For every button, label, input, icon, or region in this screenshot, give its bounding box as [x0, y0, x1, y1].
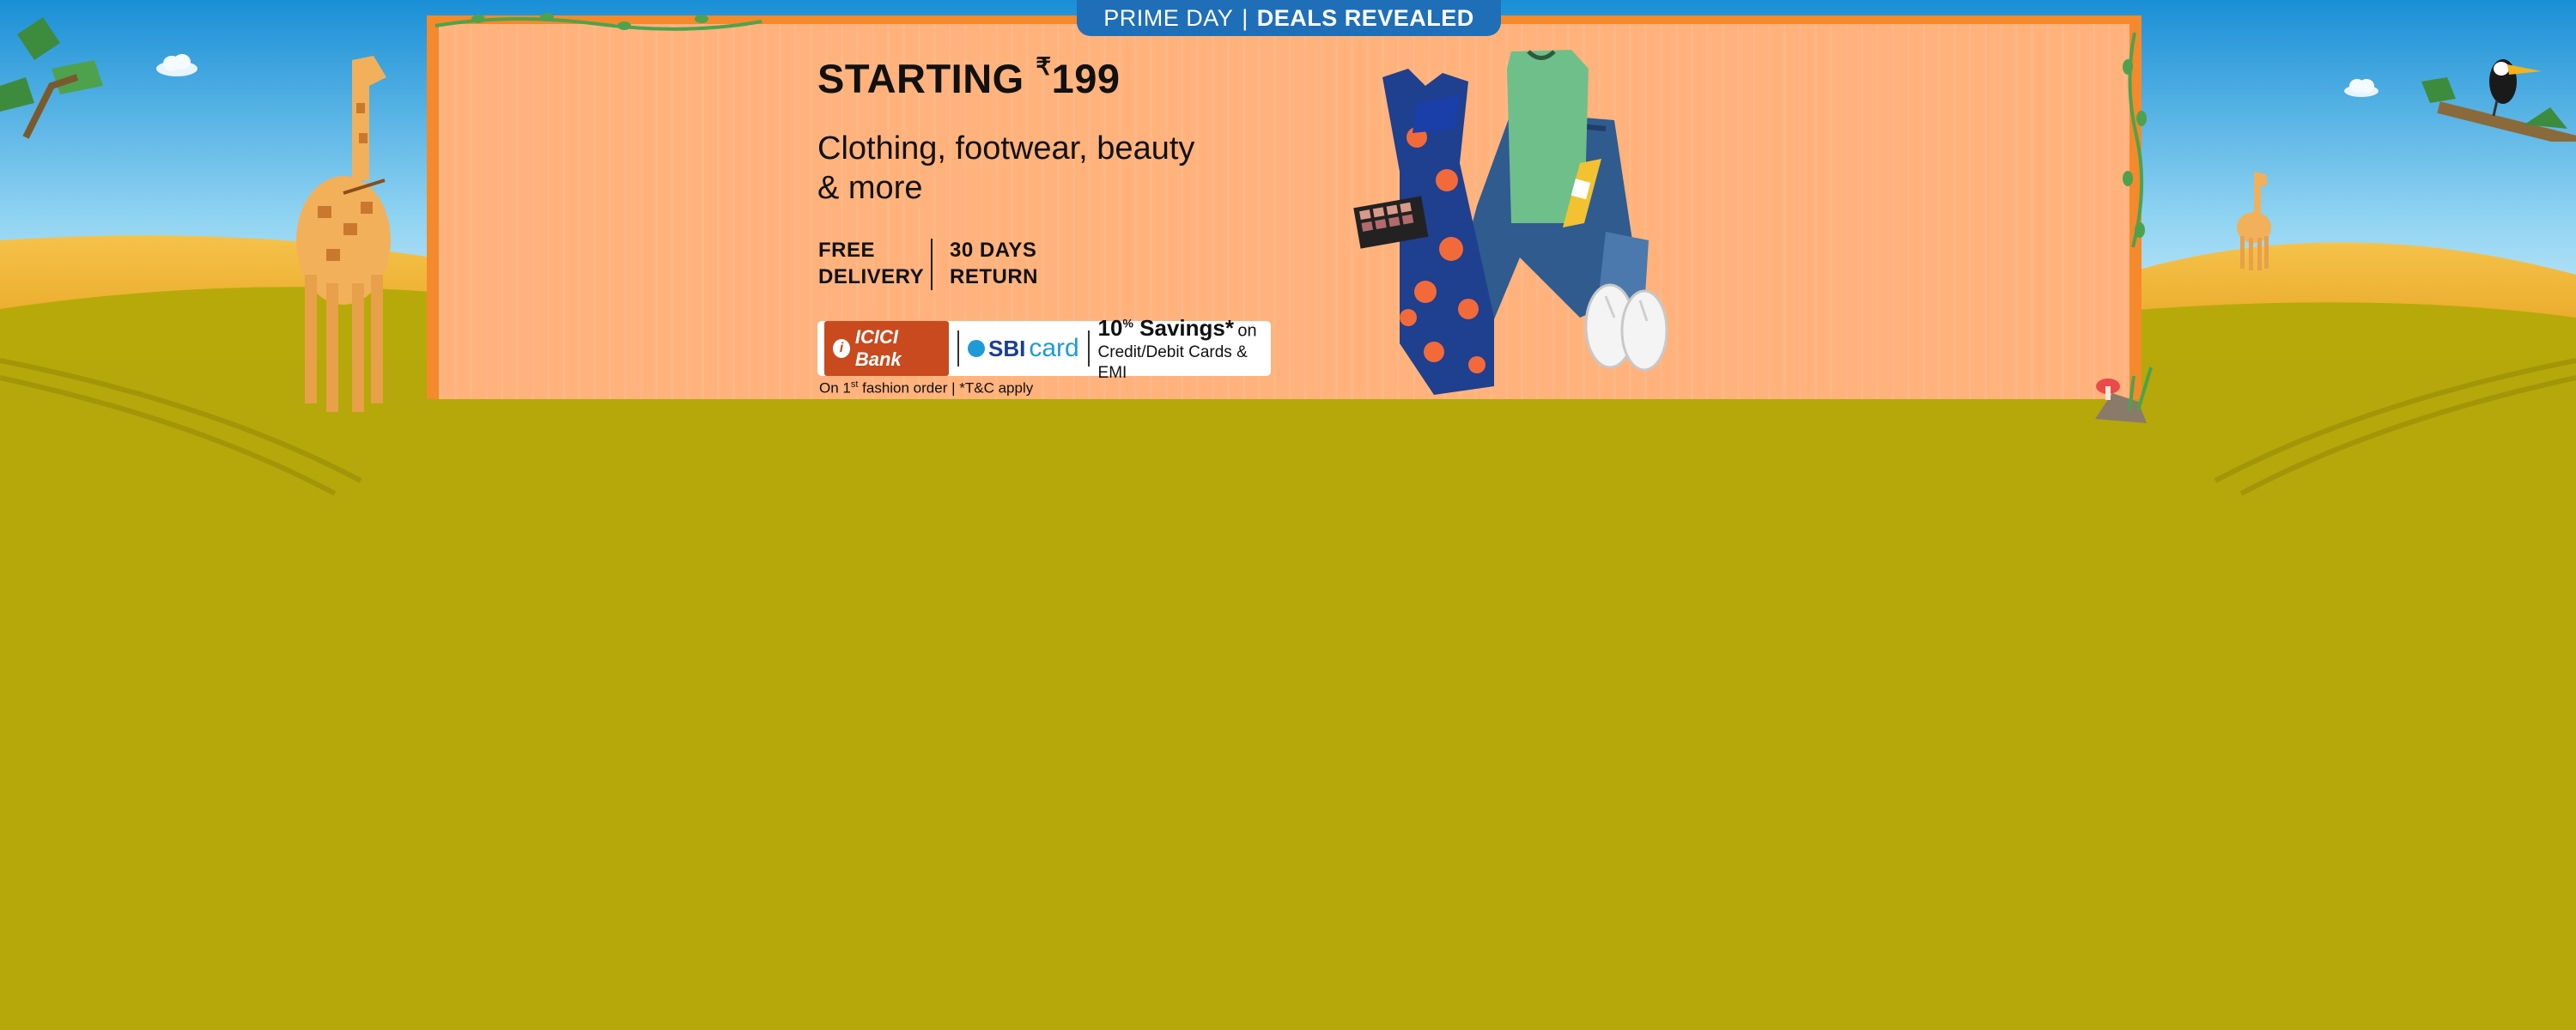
savings-on: on [1237, 321, 1257, 341]
offer-divider [1087, 330, 1090, 367]
card-text: card [1029, 334, 1079, 362]
subheadline: Clothing, footwear, beauty & more [817, 129, 1230, 208]
offer-divider [957, 330, 960, 367]
terms-footnote: On 1st fashion order | *T&C apply [819, 379, 1034, 397]
vine-decoration [2123, 33, 2147, 248]
feature-divider [931, 239, 933, 290]
feature-line: DELIVERY [818, 265, 925, 288]
icici-bank-logo: i ICICI Bank [824, 321, 950, 376]
subline-2: & more [817, 170, 923, 206]
savings-detail: Credit/Debit Cards & EMI [1097, 343, 1248, 383]
cloud-icon [156, 54, 197, 76]
tree-icon [0, 17, 103, 139]
cloud-icon [2344, 79, 2379, 97]
prime-day-ribbon[interactable]: PRIME DAY | DEALS REVEALED [1077, 0, 1501, 36]
savings-text: 10% Savings* on Credit/Debit Cards & EMI [1098, 313, 1264, 385]
feature-free-delivery: FREE DELIVERY [818, 237, 924, 290]
toucan-icon [2421, 59, 2576, 142]
fashion-products-image [1353, 50, 1668, 395]
giraffe-icon [296, 56, 391, 412]
subline-1: Clothing, footwear, beauty [817, 130, 1195, 167]
vine-decoration [434, 13, 762, 31]
feature-line: 30 DAYS [950, 239, 1037, 262]
icici-mark-icon: i [833, 339, 850, 358]
feature-line: RETURN [950, 265, 1038, 288]
promo-board[interactable] [427, 13, 2153, 423]
headline: STARTING ₹199 [817, 53, 1121, 102]
headline-prefix: STARTING [817, 56, 1024, 101]
sbi-card-logo: SBI card [968, 334, 1079, 363]
giraffe-icon [2237, 172, 2271, 270]
mushroom-icon [2095, 367, 2153, 423]
banner-scene[interactable]: PRIME DAY | DEALS REVEALED STARTING ₹199… [0, 0, 2576, 1030]
bank-offer-box[interactable]: i ICICI Bank SBI card 10% Savings* on Cr… [817, 317, 1271, 382]
savings-pct: 10% Savings* [1097, 315, 1234, 342]
icici-text: ICICI Bank [854, 326, 902, 370]
sneakers-image [1584, 283, 1668, 372]
sbi-text: SBI [988, 335, 1026, 361]
sbi-mark-icon [968, 340, 986, 357]
feature-30-days-return: 30 DAYS RETURN [950, 237, 1038, 290]
headline-price: 199 [1051, 56, 1121, 101]
ribbon-separator: | [1242, 4, 1249, 31]
ribbon-left-text: PRIME DAY [1103, 4, 1234, 31]
currency-symbol: ₹ [1036, 53, 1052, 81]
feature-line: FREE [818, 239, 876, 262]
ribbon-right-text: DEALS REVEALED [1256, 4, 1474, 31]
